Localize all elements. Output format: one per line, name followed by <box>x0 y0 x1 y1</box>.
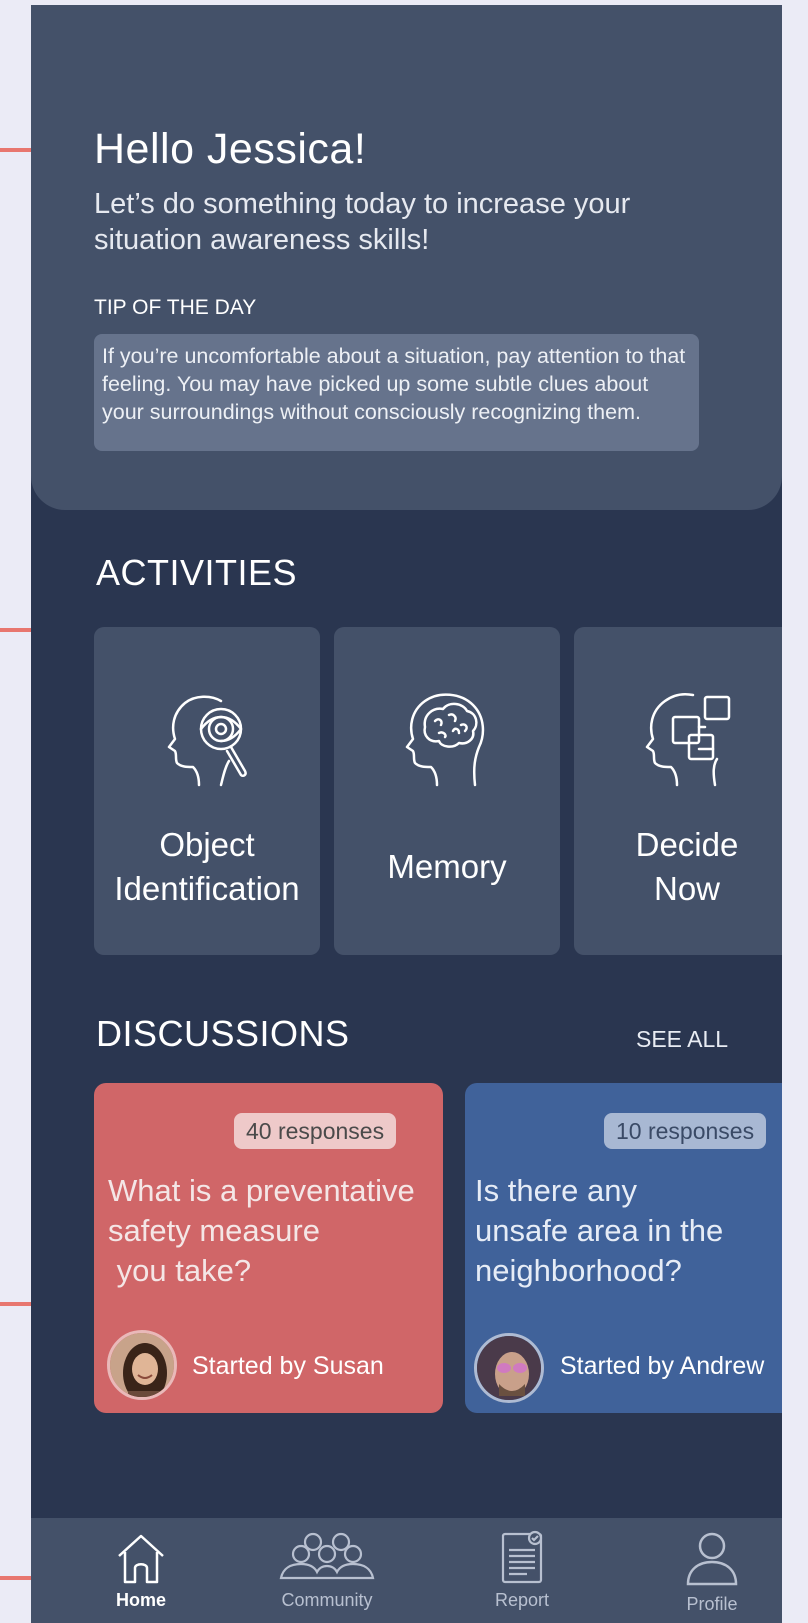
tab-report[interactable]: Report <box>457 1518 587 1623</box>
head-magnifier-icon <box>167 695 247 787</box>
discussion-starter: Started by Andrew <box>560 1352 765 1380</box>
discussion-question: What is a preventative safety measure yo… <box>108 1173 415 1288</box>
tab-label: Report <box>494 1590 550 1610</box>
activity-card-memory[interactable]: Memory <box>334 627 560 955</box>
tab-profile[interactable]: Profile <box>647 1518 777 1623</box>
profile-icon <box>686 1532 738 1586</box>
avatar <box>107 1330 177 1400</box>
activity-label: Memory <box>387 848 507 885</box>
tab-label: Home <box>115 1590 166 1610</box>
discussion-starter: Started by Susan <box>192 1352 384 1380</box>
greeting-subtitle: Let’s do something today to increase you… <box>94 188 631 256</box>
see-all-link[interactable]: SEE ALL <box>636 1026 728 1053</box>
discussion-card[interactable]: 40 responses What is a preventative safe… <box>94 1083 443 1413</box>
welcome-header: Hello Jessica! Let’s do something today … <box>31 5 782 510</box>
tab-home[interactable]: Home <box>76 1518 206 1623</box>
discussion-question: Is there any unsafe area in the neighbor… <box>475 1173 724 1288</box>
community-icon <box>279 1532 375 1580</box>
responses-badge: 40 responses <box>234 1113 397 1149</box>
activity-label: Object Identification <box>114 826 300 907</box>
activity-card-object-identification[interactable]: Object Identification <box>94 627 320 955</box>
tab-label: Profile <box>686 1594 738 1614</box>
head-puzzle-icon <box>645 693 731 787</box>
home-icon <box>118 1534 164 1584</box>
activities-heading: ACTIVITIES <box>96 552 298 593</box>
report-icon <box>501 1530 543 1584</box>
avatar <box>474 1333 544 1403</box>
activity-card-decide-now[interactable]: Decide Now <box>574 627 782 955</box>
head-brain-icon <box>405 693 485 787</box>
activity-label: Decide Now <box>635 826 739 907</box>
discussion-card[interactable]: 10 responses Is there any unsafe area in… <box>465 1083 782 1413</box>
tip-of-day-card: If you’re uncomfortable about a situatio… <box>94 334 699 451</box>
greeting-title: Hello Jessica! <box>94 125 367 173</box>
tab-label: Community <box>281 1590 373 1610</box>
responses-badge: 10 responses <box>604 1113 767 1149</box>
phone-screen: Hello Jessica! Let’s do something today … <box>31 5 782 1623</box>
bottom-tab-bar: Home Community Report Profile <box>31 1518 782 1623</box>
discussions-heading: DISCUSSIONS <box>96 1013 350 1054</box>
tab-community[interactable]: Community <box>262 1518 392 1623</box>
tip-of-day-label: TIP OF THE DAY <box>94 296 257 319</box>
